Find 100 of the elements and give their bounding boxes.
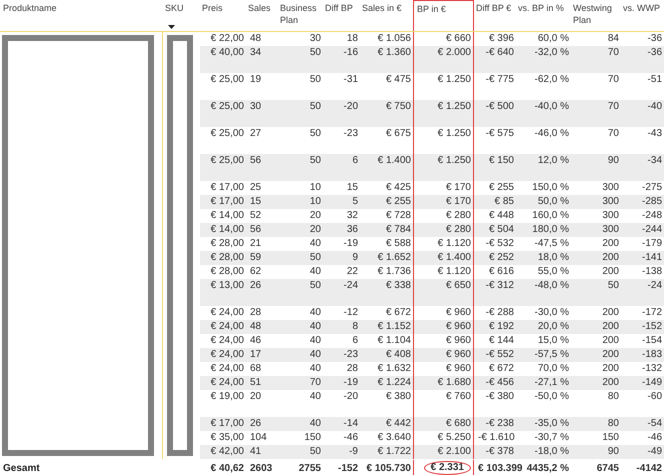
table-cell-text: 50 (308, 46, 322, 60)
table-cell-text: -32,0 % (534, 46, 570, 60)
table-cell-text: € 675 (384, 127, 412, 142)
table-cell-text: -27,1 % (534, 376, 570, 390)
table-cell-text: 200 (601, 306, 620, 320)
table-cell-text: -132 (640, 362, 663, 376)
table-cell-text: -179 (640, 237, 663, 252)
table-cell-text: 20 (308, 223, 322, 238)
table-cell-text: 40 (308, 362, 322, 376)
table-cell-text: 48 (249, 32, 262, 46)
table-cell-text: 200 (601, 362, 620, 376)
table-cell-text: -23 (342, 127, 359, 142)
total-cell: 6745 (596, 463, 619, 475)
table-cell-text: -€ 500 (484, 100, 515, 114)
column-header[interactable]: Diff BP (323, 0, 360, 32)
table-cell-text: 84 (606, 32, 620, 46)
table-cell-text: 150 (303, 431, 322, 446)
table-cell-text: -12 (342, 306, 359, 320)
total-cell: 2603 (250, 463, 272, 475)
table-cell-text: 20 (308, 209, 322, 224)
table-cell-text: -€ 532 (484, 237, 515, 252)
table-cell-text: 40 (308, 320, 322, 334)
table-cell-text: 19 (249, 73, 262, 88)
table-cell-text: € 1.056 (376, 32, 412, 46)
table-cell-text: 200 (601, 320, 620, 334)
table-cell-text: 50 (308, 73, 322, 88)
table-cell-text: 200 (601, 237, 620, 252)
table-cell-text: € 1.360 (376, 46, 412, 60)
column-header[interactable]: SKU (163, 0, 200, 32)
table-cell-text: 41 (249, 445, 262, 460)
table-cell-text: € 24,00 (210, 334, 245, 348)
table-cell-text: 80 (606, 417, 620, 432)
table-cell-text: 28 (346, 362, 359, 376)
table-cell-text: 50 (606, 279, 620, 294)
table-cell-text: 50 (308, 445, 322, 460)
table-cell-text: € 380 (384, 390, 412, 404)
column-header[interactable]: Produktname (0, 0, 163, 32)
table-cell-text: -24 (646, 279, 663, 294)
table-cell-text: 70 (308, 376, 322, 390)
table-cell: € 2.100 (413, 445, 474, 460)
table-cell-text: -€ 378 (484, 445, 515, 460)
table-cell-text: -54 (646, 417, 663, 432)
table-cell-text: € 17,00 (210, 417, 245, 432)
table-cell-text: 36 (346, 223, 359, 238)
table-cell-text: € 35,00 (210, 431, 245, 446)
table-cell-text: -275 (640, 181, 663, 196)
column-header[interactable]: Westwing Plan (571, 0, 621, 32)
table-cell-text: 90 (606, 445, 620, 460)
table-cell-text: 300 (601, 181, 620, 196)
table-cell-text: € 22,00 (210, 32, 245, 46)
table-cell-text: 104 (249, 431, 268, 446)
column-header[interactable]: vs. WWP (621, 0, 664, 32)
table-cell-text: 25 (249, 181, 262, 196)
table-cell-text: -14 (342, 417, 359, 432)
table-cell-text: -30,0 % (534, 306, 570, 320)
table-cell-text: -30,7 % (534, 431, 570, 446)
table-cell-text: 40 (308, 417, 322, 432)
table-cell-text: -€ 456 (484, 376, 515, 390)
table-cell-text: € 14,00 (210, 209, 245, 224)
column-header[interactable]: vs. BP in % (516, 0, 571, 32)
table-cell-text: 50 (308, 100, 322, 114)
table-cell-text: 15 (249, 195, 262, 210)
table-cell-text: 300 (601, 195, 620, 210)
table-cell-text: 56 (249, 154, 262, 168)
table-cell-text: 28 (249, 306, 262, 320)
table-cell-text: -152 (640, 320, 663, 334)
table-cell-text: 27 (249, 127, 262, 142)
table-cell-text: 50 (308, 154, 322, 168)
column-header[interactable]: Diff BP € (474, 0, 516, 32)
table-cell-text: € 13,00 (210, 279, 245, 294)
table-cell-text: 6 (351, 334, 359, 348)
column-header[interactable]: Preis (200, 0, 246, 32)
table-cell-text: 20 (249, 390, 262, 404)
table-cell-text: € 672 (488, 362, 515, 376)
table-cell-text: 21 (249, 237, 262, 252)
table-cell-text: -60 (646, 390, 663, 404)
table-cell-text: € 252 (488, 251, 515, 266)
column-header[interactable]: BP in € (413, 0, 474, 32)
total-cell: € 103.399 (478, 463, 522, 475)
table-cell-text: € 24,00 (210, 306, 245, 320)
table-cell-text: 15,0 % (536, 334, 570, 348)
table-cell-text: 40 (308, 390, 322, 404)
table-cell-text: 18 (346, 32, 359, 46)
table-cell-text: -48,0 % (534, 279, 570, 294)
column-header[interactable]: Sales (246, 0, 278, 32)
table-cell-text: 80 (606, 390, 620, 404)
table-cell-text: € 24,00 (210, 320, 245, 334)
table-cell-text: -43 (646, 127, 663, 142)
table-cell-text: -23 (342, 348, 359, 362)
table-cell-text: 6 (351, 154, 359, 168)
table-cell-text: € 504 (488, 223, 515, 238)
table-cell-text: 62 (249, 265, 262, 280)
table-cell-text: € 672 (384, 306, 412, 320)
column-header[interactable]: Sales in € (360, 0, 413, 32)
table-cell-text: € 40,00 (210, 46, 245, 60)
table-cell-text: -183 (640, 348, 663, 362)
table-cell-text: -36 (646, 46, 663, 60)
column-header[interactable]: Business Plan (278, 0, 323, 32)
table-cell-text: -9 (348, 445, 359, 460)
table-cell-text: 70 (606, 46, 620, 60)
